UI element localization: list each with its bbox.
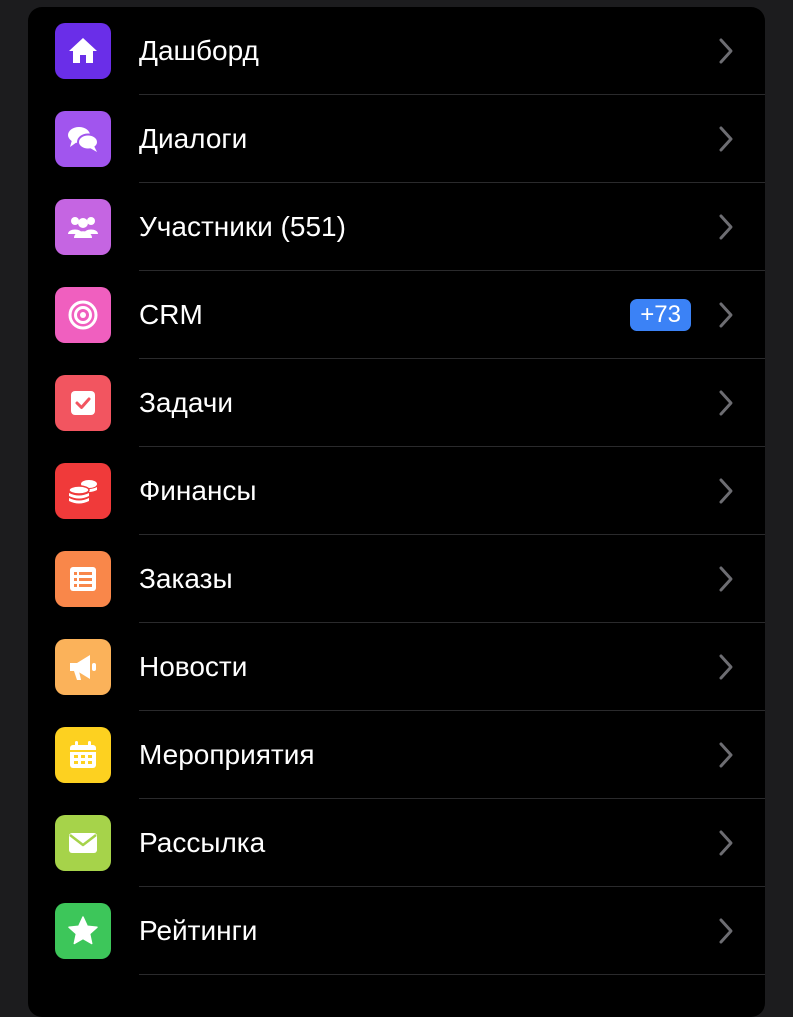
chevron-right-icon xyxy=(719,126,733,152)
chevron-right-icon xyxy=(719,566,733,592)
menu-item-ratings[interactable]: Рейтинги xyxy=(28,887,765,975)
menu-item-label: Дашборд xyxy=(139,35,259,66)
chevron-right-icon xyxy=(719,742,733,768)
menu-item-dashboard[interactable]: Дашборд xyxy=(28,7,765,95)
chat-bubbles-icon xyxy=(55,111,111,167)
menu-panel: Дашборд Диалоги Участники (551) CRM +73 … xyxy=(28,7,765,1017)
coins-icon xyxy=(55,463,111,519)
menu-item-label: Заказы xyxy=(139,563,233,594)
menu-item-label: CRM xyxy=(139,299,203,330)
menu-item-news[interactable]: Новости xyxy=(28,623,765,711)
megaphone-icon xyxy=(55,639,111,695)
home-icon xyxy=(55,23,111,79)
menu-item-events[interactable]: Мероприятия xyxy=(28,711,765,799)
checkbox-icon xyxy=(55,375,111,431)
menu-item-label: Участники (551) xyxy=(139,211,346,242)
chevron-right-icon xyxy=(719,302,733,328)
menu-item-label: Новости xyxy=(139,651,248,682)
chevron-right-icon xyxy=(719,214,733,240)
count-badge: +73 xyxy=(630,299,691,331)
menu-item-orders[interactable]: Заказы xyxy=(28,535,765,623)
menu-item-tasks[interactable]: Задачи xyxy=(28,359,765,447)
menu-item-label: Диалоги xyxy=(139,123,248,154)
chevron-right-icon xyxy=(719,478,733,504)
menu-item-label: Рассылка xyxy=(139,827,266,858)
chevron-right-icon xyxy=(719,830,733,856)
star-icon xyxy=(55,903,111,959)
menu-item-mailing[interactable]: Рассылка xyxy=(28,799,765,887)
users-icon xyxy=(55,199,111,255)
list-icon xyxy=(55,551,111,607)
menu-item-members[interactable]: Участники (551) xyxy=(28,183,765,271)
menu-item-dialogs[interactable]: Диалоги xyxy=(28,95,765,183)
chevron-right-icon xyxy=(719,654,733,680)
target-icon xyxy=(55,287,111,343)
menu-item-label: Финансы xyxy=(139,475,257,506)
envelope-icon xyxy=(55,815,111,871)
chevron-right-icon xyxy=(719,918,733,944)
menu-item-label: Мероприятия xyxy=(139,739,315,770)
menu-item-label: Задачи xyxy=(139,387,234,418)
menu-item-label: Рейтинги xyxy=(139,915,258,946)
chevron-right-icon xyxy=(719,38,733,64)
menu-item-crm[interactable]: CRM +73 xyxy=(28,271,765,359)
calendar-icon xyxy=(55,727,111,783)
menu-item-finance[interactable]: Финансы xyxy=(28,447,765,535)
chevron-right-icon xyxy=(719,390,733,416)
